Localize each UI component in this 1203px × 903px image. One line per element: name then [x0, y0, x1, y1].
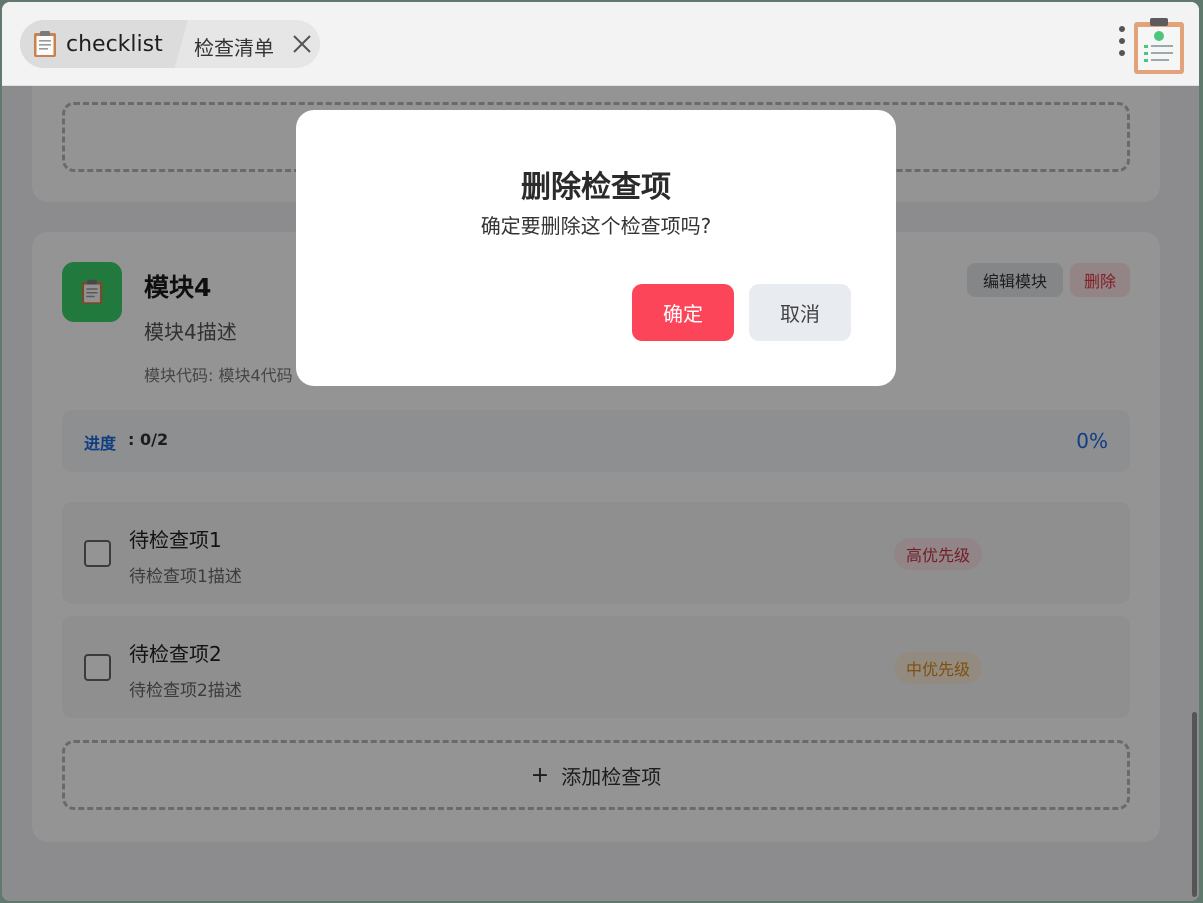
scrollbar-thumb[interactable]	[1192, 712, 1197, 897]
dialog-title: 删除检查项	[521, 170, 671, 205]
tab-strip: checklist 检查清单	[20, 20, 320, 68]
app-tab[interactable]: checklist	[20, 20, 188, 68]
tab-checklist[interactable]: 检查清单	[194, 32, 274, 61]
delete-item-dialog: 删除检查项 确定要删除这个检查项吗? 确定 取消	[296, 110, 896, 386]
clipboard-checklist-icon	[1134, 18, 1184, 74]
app-name: checklist	[66, 31, 163, 57]
confirm-button[interactable]: 确定	[632, 284, 734, 341]
close-icon[interactable]	[290, 32, 314, 56]
clipboard-icon	[34, 31, 56, 57]
kebab-menu-icon[interactable]	[1115, 26, 1129, 62]
cancel-button[interactable]: 取消	[749, 284, 851, 341]
title-bar: checklist 检查清单	[2, 2, 1199, 86]
dialog-message: 确定要删除这个检查项吗?	[480, 214, 712, 238]
